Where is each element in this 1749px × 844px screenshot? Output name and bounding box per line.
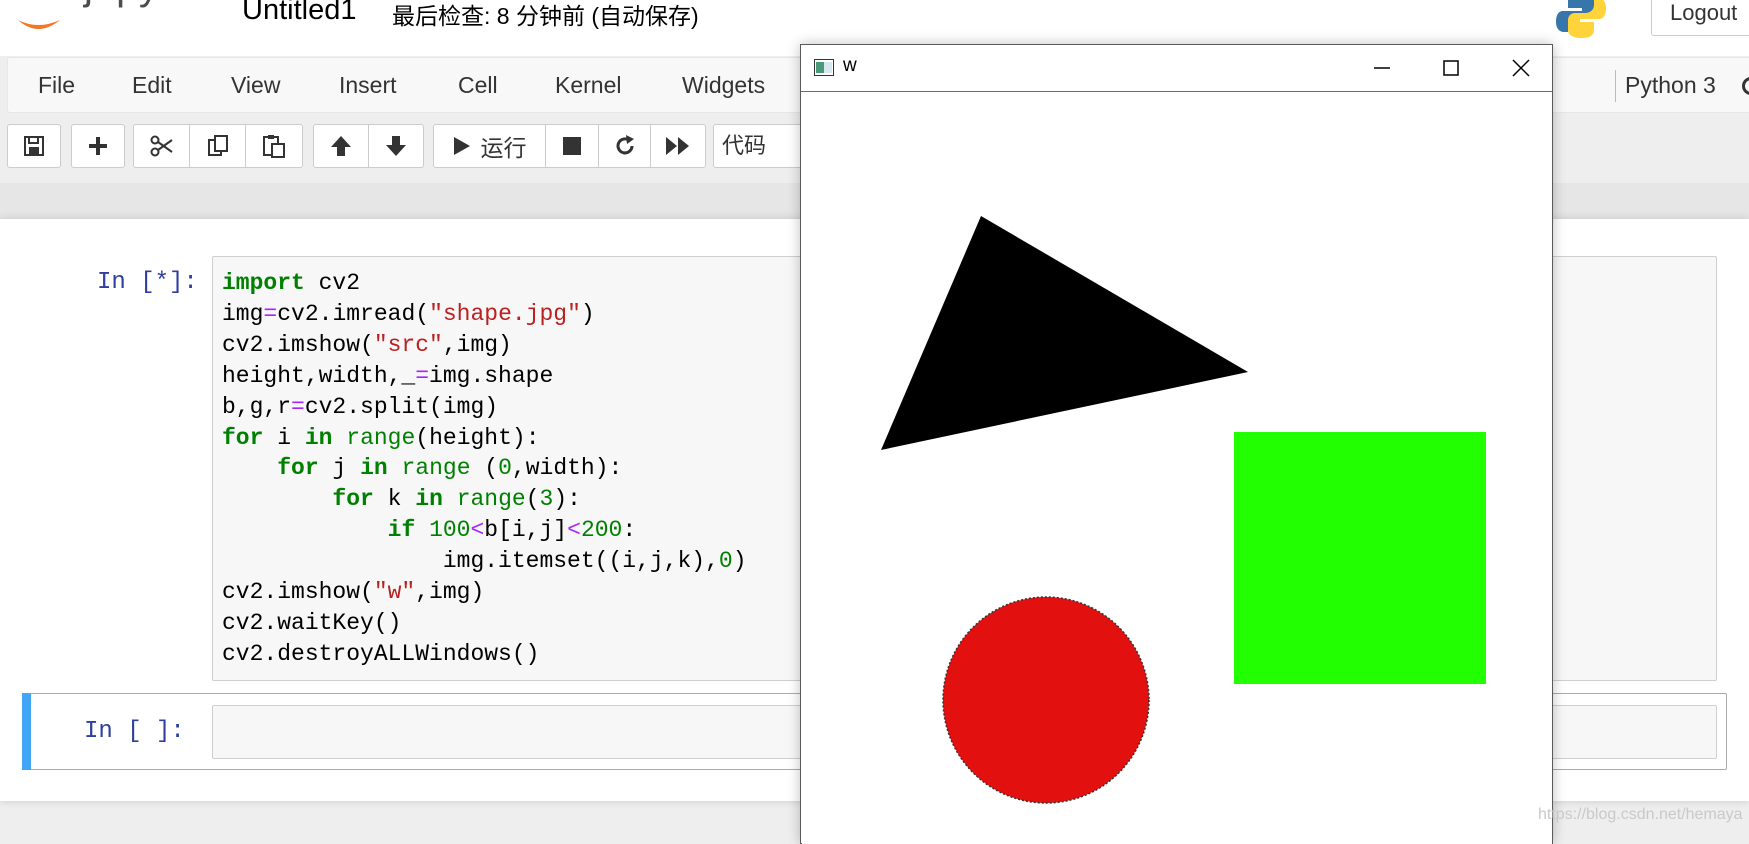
code-line: import cv2 xyxy=(222,270,361,296)
menu-cell[interactable]: Cell xyxy=(458,72,498,99)
copy-icon xyxy=(207,135,228,156)
menu-edit[interactable]: Edit xyxy=(132,72,172,99)
cut-button[interactable] xyxy=(133,124,190,168)
kernel-name[interactable]: Python 3 xyxy=(1625,72,1716,99)
notebook-title[interactable]: Untitled1 xyxy=(242,0,356,27)
python-logo-icon xyxy=(1556,0,1606,38)
paste-icon xyxy=(263,135,285,158)
paste-button[interactable] xyxy=(245,124,303,168)
window-app-icon xyxy=(814,59,834,76)
menu-widgets[interactable]: Widgets xyxy=(682,72,765,99)
cut-icon xyxy=(150,135,173,157)
menu-kernel[interactable]: Kernel xyxy=(555,72,621,99)
arrow-up-icon xyxy=(331,136,351,156)
menu-view[interactable]: View xyxy=(231,72,280,99)
minimize-icon[interactable] xyxy=(1372,58,1392,78)
play-icon xyxy=(453,137,470,155)
code-line: cv2.waitKey() xyxy=(222,609,402,636)
opencv-window-title: w xyxy=(843,55,857,76)
close-icon[interactable] xyxy=(1511,58,1531,78)
code-line: for j in range (0,width): xyxy=(277,455,623,482)
save-button[interactable] xyxy=(7,124,61,168)
stop-icon xyxy=(563,137,581,155)
code-line: height,width,_=img.shape xyxy=(222,362,554,389)
cell-1-prompt: In [*]: xyxy=(97,269,198,296)
code-line: cv2.imshow("w",img) xyxy=(222,579,485,606)
code-line: img=cv2.imread("shape.jpg") xyxy=(222,300,595,327)
save-icon xyxy=(24,136,44,156)
maximize-icon[interactable] xyxy=(1441,58,1461,78)
insert-cell-button[interactable] xyxy=(71,124,125,168)
restart-button[interactable] xyxy=(598,124,651,168)
red-circle-shape xyxy=(942,596,1150,804)
code-line: for k in range(3): xyxy=(332,486,581,513)
code-line: cv2.imshow("src",img) xyxy=(222,331,512,358)
code-line: img.itemset((i,j,k),0) xyxy=(222,548,747,575)
code-line: cv2.destroyALLWindows() xyxy=(222,640,540,667)
restart-run-all-button[interactable] xyxy=(650,124,706,168)
fast-forward-icon xyxy=(666,137,689,155)
copy-button[interactable] xyxy=(189,124,246,168)
menu-insert[interactable]: Insert xyxy=(339,72,397,99)
run-label: 运行 xyxy=(480,135,527,161)
restart-icon xyxy=(616,135,634,155)
checkpoint-status: 最后检查: 8 分钟前 (自动保存) xyxy=(392,3,699,29)
opencv-window[interactable]: w xyxy=(800,44,1553,844)
opencv-window-titlebar[interactable]: w xyxy=(801,45,1552,92)
watermark: https://blog.csdn.net/hemaya xyxy=(1538,806,1743,823)
black-triangle-shape xyxy=(881,216,1248,450)
cell-2-prompt: In [ ]: xyxy=(84,718,185,745)
selected-cell-bar xyxy=(22,693,31,770)
cell-1-code[interactable]: import cv2 img=cv2.imread("shape.jpg") c… xyxy=(222,268,747,670)
move-down-button[interactable] xyxy=(368,124,424,168)
menu-file[interactable]: File xyxy=(38,72,75,99)
jupyter-orbit-icon xyxy=(18,20,60,29)
opencv-image-canvas xyxy=(802,92,1552,844)
code-line: b,g,r=cv2.split(img) xyxy=(222,393,499,420)
kernel-divider xyxy=(1615,70,1616,102)
jupyter-logo[interactable]: jupyter xyxy=(14,0,214,46)
code-line: for i in range(height): xyxy=(222,424,540,451)
plus-icon xyxy=(89,137,107,155)
interrupt-button[interactable] xyxy=(545,124,599,168)
move-up-button[interactable] xyxy=(313,124,369,168)
run-button[interactable]: 运行 xyxy=(433,124,546,168)
green-square-shape xyxy=(1234,432,1486,684)
code-line: if 100<b[i,j]<200: xyxy=(387,517,637,544)
logout-button[interactable]: Logout xyxy=(1651,0,1749,36)
logo-text: jupyter xyxy=(84,0,208,9)
kernel-busy-indicator xyxy=(1742,77,1749,95)
arrow-down-icon xyxy=(386,136,406,156)
